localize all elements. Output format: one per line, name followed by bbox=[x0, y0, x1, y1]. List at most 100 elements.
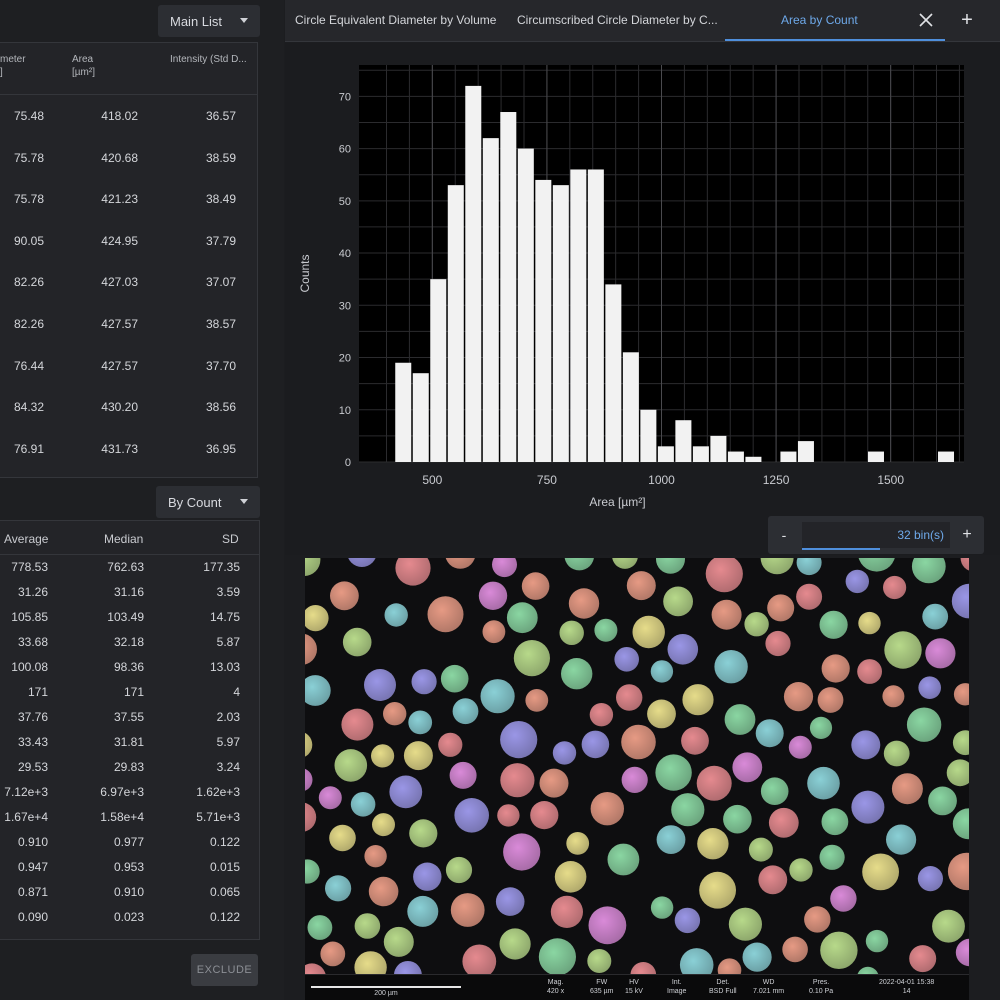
y-tick-label: 30 bbox=[339, 300, 351, 312]
stats-mode-dropdown[interactable]: By Count bbox=[156, 486, 260, 518]
stats-row: 29.53 29.83 3.24 bbox=[0, 755, 259, 780]
sem-info-field: Det. BSD Full bbox=[709, 978, 737, 996]
particle bbox=[350, 792, 376, 817]
particle bbox=[865, 929, 889, 953]
exclude-button[interactable]: EXCLUDE bbox=[191, 954, 258, 986]
stats-row: 0.910 0.977 0.122 bbox=[0, 830, 259, 855]
main-list-dropdown[interactable]: Main List bbox=[158, 5, 260, 37]
particle bbox=[329, 824, 356, 852]
histogram-bar bbox=[447, 185, 464, 463]
particle bbox=[667, 634, 699, 665]
particle bbox=[438, 732, 463, 757]
particle bbox=[796, 558, 822, 576]
sem-info-label: HV bbox=[629, 979, 639, 986]
particle bbox=[454, 798, 489, 833]
particle bbox=[450, 893, 485, 927]
sem-info-field: Int. Image bbox=[667, 978, 686, 996]
particle bbox=[499, 928, 531, 960]
chevron-down-icon bbox=[240, 18, 248, 23]
particle bbox=[953, 683, 969, 706]
particle bbox=[758, 865, 788, 895]
table-row[interactable]: 75.78 420.68 38.59 bbox=[0, 137, 257, 179]
column-header-diameter[interactable]: meter ] bbox=[0, 53, 26, 79]
stats-cell: 5.71e+3 bbox=[196, 810, 240, 824]
stats-cell: 3.24 bbox=[216, 760, 240, 774]
table-row[interactable]: 84.32 430.20 38.56 bbox=[0, 386, 257, 428]
stats-cell: 0.947 bbox=[17, 860, 48, 874]
particle bbox=[607, 843, 640, 876]
particle bbox=[581, 730, 610, 759]
stats-cell: 31.26 bbox=[17, 585, 48, 599]
chevron-down-icon bbox=[240, 499, 248, 504]
column-header-median[interactable]: Median bbox=[104, 532, 143, 546]
table-row[interactable]: 76.44 427.57 37.70 bbox=[0, 345, 257, 387]
tab-circle-equivalent-diameter[interactable]: Circle Equivalent Diameter by Volume bbox=[295, 13, 496, 27]
particle bbox=[305, 675, 331, 706]
tab-area-by-count[interactable]: Area by Count bbox=[725, 0, 945, 41]
particle bbox=[626, 571, 656, 601]
table-row[interactable]: 75.48 418.02 36.57 bbox=[0, 95, 257, 137]
particle bbox=[630, 962, 657, 974]
particle bbox=[884, 631, 922, 669]
stats-cell: 0.871 bbox=[17, 885, 48, 899]
x-tick-label: 500 bbox=[422, 473, 442, 487]
column-header-intensity[interactable]: Intensity (Std D... bbox=[170, 53, 247, 66]
table-row[interactable]: 90.05 424.95 37.79 bbox=[0, 220, 257, 262]
particle bbox=[305, 963, 326, 974]
histogram-bar bbox=[692, 446, 709, 462]
y-tick-label: 0 bbox=[345, 457, 351, 469]
particle bbox=[372, 813, 395, 837]
particle bbox=[845, 569, 869, 594]
particle bbox=[647, 699, 676, 729]
particle bbox=[804, 906, 831, 933]
bins-increment-button[interactable]: + bbox=[950, 516, 984, 554]
table-cell: 75.78 bbox=[13, 192, 44, 207]
column-header-average[interactable]: Average bbox=[4, 532, 48, 546]
table-cell: 430.20 bbox=[101, 400, 138, 415]
sem-micrograph[interactable]: 200 µm Mag. 420 x FW 635 µm HV 15 kV Int. Image… bbox=[305, 558, 969, 1000]
y-axis-label: Counts bbox=[298, 254, 312, 292]
particle bbox=[717, 958, 742, 974]
column-header-sd[interactable]: SD bbox=[222, 532, 239, 546]
table-row[interactable]: 76.91 431.73 36.95 bbox=[0, 428, 257, 470]
particle bbox=[445, 856, 473, 884]
particle bbox=[588, 906, 627, 945]
particle bbox=[554, 861, 587, 893]
particle bbox=[616, 684, 643, 711]
close-icon[interactable] bbox=[917, 11, 935, 29]
sem-info-label: 2022-04-01 15:38 bbox=[879, 979, 935, 986]
table-row[interactable]: 82.26 427.57 38.57 bbox=[0, 303, 257, 345]
main-table: meter ] Area [µm²] Intensity (Std D... 7… bbox=[0, 42, 258, 478]
table-cell: 38.49 bbox=[205, 192, 236, 207]
particle bbox=[696, 765, 732, 801]
particle bbox=[857, 966, 879, 974]
histogram-bar bbox=[867, 451, 884, 462]
particle bbox=[883, 740, 910, 767]
particle bbox=[714, 650, 748, 684]
stats-cell: 0.122 bbox=[209, 910, 240, 924]
particle bbox=[663, 586, 693, 617]
particle bbox=[911, 558, 946, 584]
table-row[interactable]: 82.26 427.03 37.07 bbox=[0, 261, 257, 303]
particle bbox=[408, 710, 433, 735]
column-header-area[interactable]: Area [µm²] bbox=[72, 53, 95, 79]
stats-cell: 98.36 bbox=[113, 660, 144, 674]
particle bbox=[951, 583, 969, 619]
particle bbox=[952, 730, 969, 756]
particle bbox=[368, 876, 399, 907]
particle bbox=[445, 558, 475, 569]
bins-input[interactable]: 32 bin(s) bbox=[802, 522, 950, 550]
particle bbox=[723, 804, 752, 834]
header-line: Area bbox=[72, 54, 94, 65]
particle bbox=[559, 620, 584, 645]
tab-circumscribed-circle-diameter[interactable]: Circumscribed Circle Diameter by C... bbox=[517, 13, 718, 27]
particle bbox=[413, 862, 442, 891]
particle bbox=[589, 703, 614, 727]
table-row[interactable]: 75.78 421.23 38.49 bbox=[0, 178, 257, 220]
bins-decrement-button[interactable]: - bbox=[768, 516, 800, 554]
table-cell: 37.70 bbox=[205, 358, 236, 373]
y-tick-label: 20 bbox=[339, 353, 351, 365]
sem-info-field: HV 15 kV bbox=[625, 978, 643, 996]
particle bbox=[305, 558, 321, 576]
add-tab-icon[interactable]: + bbox=[957, 10, 977, 30]
